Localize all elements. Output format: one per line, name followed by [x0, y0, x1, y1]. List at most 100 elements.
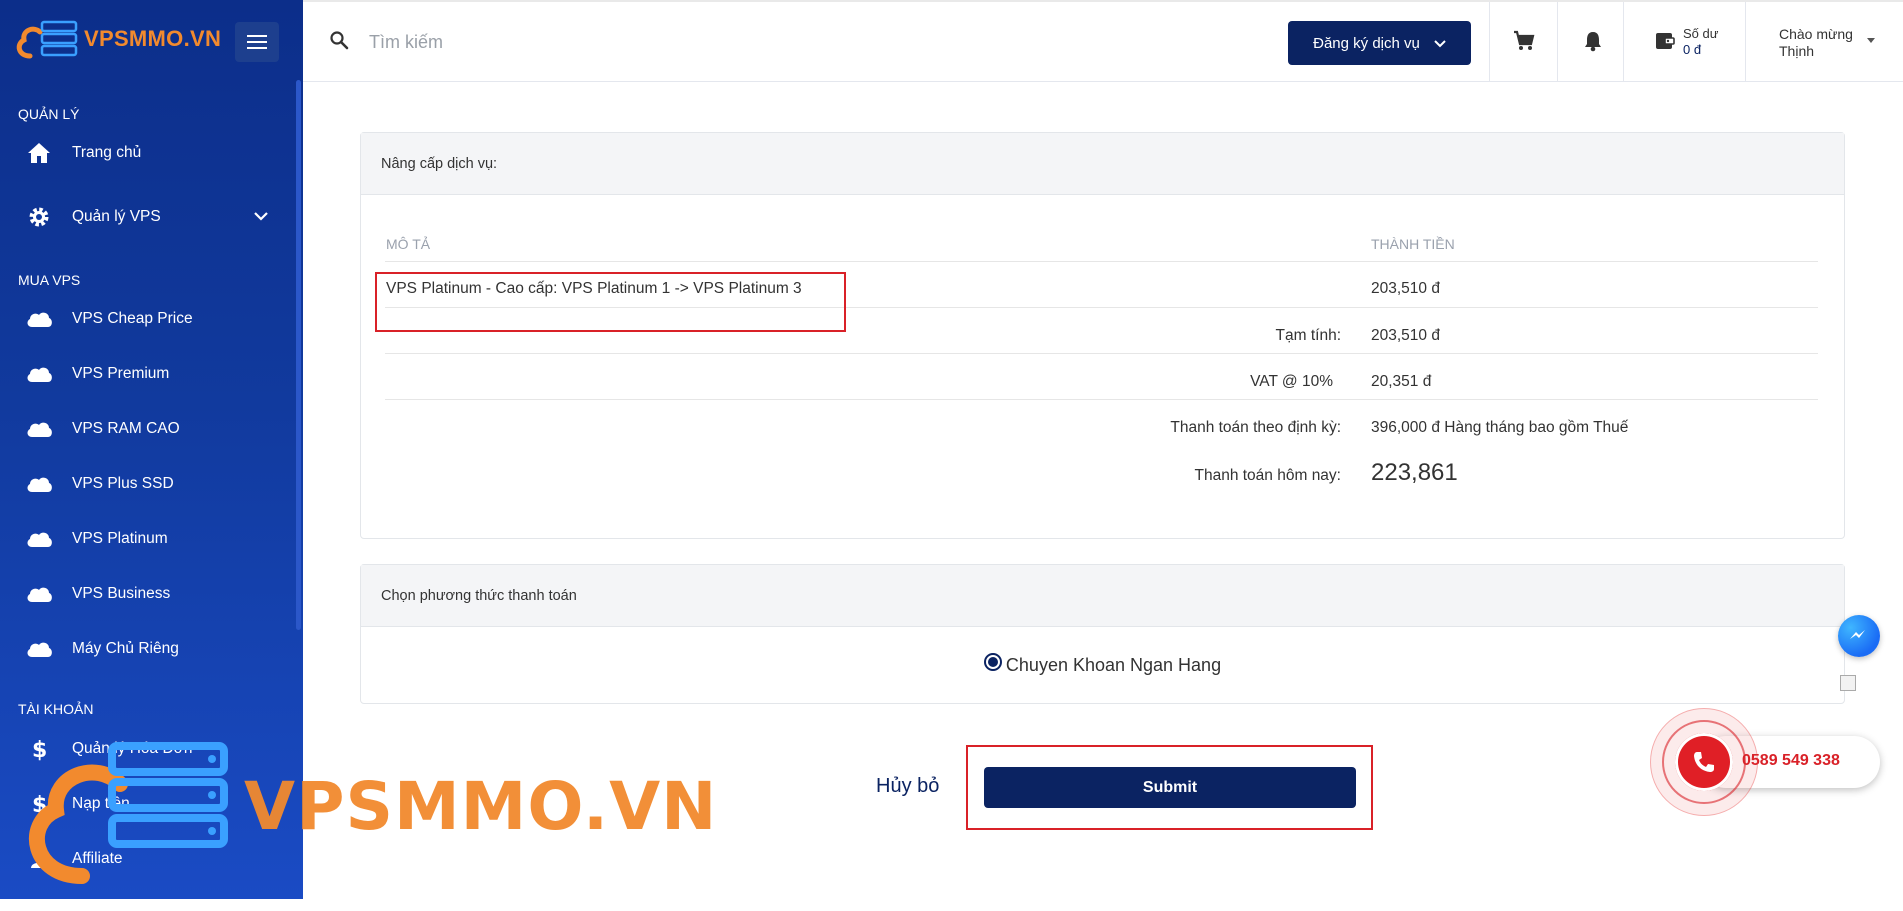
section-title-manage: QUẢN LÝ — [18, 106, 80, 122]
vat-label: VAT @ 10% — [1250, 373, 1333, 390]
divider — [1489, 2, 1490, 82]
sidebar-item-invoices[interactable]: $ Quản lý Hóa Đơn — [0, 729, 290, 769]
cloud-icon — [24, 310, 54, 328]
logo-row: VPSMMO.VN — [0, 0, 303, 80]
chevron-down-icon — [1434, 35, 1446, 52]
payment-method-label: Chuyen Khoan Ngan Hang — [1005, 654, 1222, 675]
sidebar: VPSMMO.VN QUẢN LÝ Trang chủ Quản lý VPS — [0, 0, 303, 899]
sidebar-item-vps-cheap-price[interactable]: VPS Cheap Price — [0, 299, 290, 339]
search-icon[interactable] — [329, 30, 349, 55]
sidebar-item-manage-vps[interactable]: Quản lý VPS — [0, 197, 290, 237]
messenger-icon — [1850, 630, 1865, 639]
card-header: Chọn phương thức thanh toán — [361, 565, 1844, 627]
sidebar-item-affiliate[interactable]: Affiliate — [0, 839, 290, 879]
sidebar-item-home[interactable]: Trang chủ — [0, 133, 290, 173]
sidebar-item-dedicated-server[interactable]: Máy Chủ Riêng — [0, 629, 290, 669]
svg-text:$: $ — [32, 793, 47, 816]
broken-image-icon — [1840, 675, 1856, 691]
sidebar-item-label: Quản lý Hóa Đơn — [72, 740, 193, 757]
table-divider — [385, 353, 1818, 354]
svg-text:$: $ — [32, 738, 47, 761]
cloud-server-logo-icon — [16, 20, 78, 59]
sidebar-item-vps-business[interactable]: VPS Business — [0, 574, 290, 614]
sidebar-scrollbar[interactable] — [296, 80, 301, 630]
register-service-label: Đăng ký dịch vụ — [1313, 34, 1420, 52]
caret-down-icon — [1867, 38, 1875, 43]
section-title-buy-vps: MUA VPS — [18, 272, 81, 288]
logo-text: VPSMMO.VN — [84, 26, 222, 51]
payment-method-card: Chọn phương thức thanh toán Chuyen Khoan… — [360, 564, 1845, 704]
menu-toggle-button[interactable] — [235, 22, 279, 62]
column-header-amount: THÀNH TIỀN — [1371, 236, 1455, 252]
sidebar-item-label: Máy Chủ Riêng — [72, 640, 179, 657]
register-service-button[interactable]: Đăng ký dịch vụ — [1288, 21, 1471, 65]
radio-dot — [987, 657, 998, 667]
brand-logo[interactable]: VPSMMO.VN — [14, 18, 221, 60]
cloud-icon — [24, 530, 54, 548]
vat-value: 20,351 đ — [1371, 373, 1432, 390]
table-divider — [385, 261, 1818, 262]
column-header-description: MÔ TẢ — [386, 236, 431, 252]
bell-icon[interactable] — [1583, 30, 1603, 57]
sidebar-item-vps-premium[interactable]: VPS Premium — [0, 354, 290, 394]
recurring-payment-value: 396,000 đ Hàng tháng bao gồm Thuế — [1371, 419, 1629, 436]
divider — [1745, 2, 1746, 82]
table-divider — [385, 399, 1818, 400]
wallet-icon — [1655, 32, 1675, 58]
cloud-icon — [24, 420, 54, 438]
sidebar-item-deposit[interactable]: $ Nạp tiền — [0, 784, 290, 824]
cloud-icon — [24, 475, 54, 493]
hamburger-icon — [247, 35, 267, 49]
gear-icon — [24, 205, 54, 229]
submit-button[interactable]: Submit — [984, 767, 1356, 808]
sidebar-item-vps-ram-cao[interactable]: VPS RAM CAO — [0, 409, 290, 449]
home-icon — [24, 142, 54, 164]
sidebar-item-label: VPS RAM CAO — [72, 420, 180, 437]
dollar-icon: $ — [24, 792, 54, 816]
section-title-account: TÀI KHOẢN — [18, 701, 94, 717]
upgrade-summary-table: MÔ TẢ THÀNH TIỀN VPS Platinum - Cao cấp:… — [361, 195, 1844, 538]
upgrade-service-card: Nâng cấp dịch vụ: MÔ TẢ THÀNH TIỀN VPS P… — [360, 132, 1845, 539]
cancel-link[interactable]: Hủy bỏ — [876, 775, 939, 798]
messenger-chat-button[interactable] — [1838, 615, 1880, 657]
greeting-text: Chào mừng — [1779, 26, 1853, 42]
sidebar-item-label: Affiliate — [72, 850, 123, 867]
payment-method-radio[interactable] — [983, 653, 1002, 671]
sidebar-item-label: VPS Plus SSD — [72, 475, 174, 492]
user-icon — [24, 849, 54, 869]
pay-today-label: Thanh toán hôm nay: — [1194, 467, 1342, 484]
chevron-down-icon — [254, 208, 268, 226]
payment-method-option[interactable]: Chuyen Khoan Ngan Hang — [361, 627, 1844, 703]
pay-today-value: 223,861 — [1371, 459, 1458, 486]
cloud-icon — [24, 365, 54, 383]
sidebar-item-label: Quản lý VPS — [72, 208, 161, 225]
search-input[interactable] — [369, 24, 969, 60]
phone-icon — [1694, 752, 1714, 772]
call-button[interactable] — [1675, 733, 1733, 791]
balance-label: Số dư — [1683, 26, 1719, 41]
divider — [1557, 2, 1558, 82]
balance-value: 0 đ — [1683, 42, 1702, 57]
highlight-box-line-item — [375, 272, 846, 332]
watermark-text: VPSMMO.VN — [244, 768, 718, 845]
user-menu[interactable]: Chào mừng Thịnh — [1779, 26, 1875, 60]
dollar-icon: $ — [24, 737, 54, 761]
sidebar-item-label: Trang chủ — [72, 144, 142, 161]
subtotal-label: Tạm tính: — [1275, 327, 1341, 344]
divider — [1623, 2, 1624, 82]
cloud-icon — [24, 585, 54, 603]
sidebar-item-label: VPS Cheap Price — [72, 310, 193, 327]
line-item-amount: 203,510 đ — [1371, 280, 1440, 297]
sidebar-item-label: VPS Platinum — [72, 530, 168, 547]
sidebar-item-label: VPS Premium — [72, 365, 170, 382]
balance-widget[interactable]: Số dư 0 đ — [1655, 26, 1718, 58]
cart-icon[interactable] — [1513, 30, 1535, 57]
sidebar-item-vps-plus-ssd[interactable]: VPS Plus SSD — [0, 464, 290, 504]
sidebar-item-vps-platinum[interactable]: VPS Platinum — [0, 519, 290, 559]
sidebar-item-label: Nạp tiền — [72, 795, 130, 812]
sidebar-item-label: VPS Business — [72, 585, 171, 602]
username-text: Thịnh — [1779, 43, 1815, 59]
subtotal-value: 203,510 đ — [1371, 327, 1440, 344]
cloud-icon — [24, 640, 54, 658]
card-header: Nâng cấp dịch vụ: — [361, 133, 1844, 195]
